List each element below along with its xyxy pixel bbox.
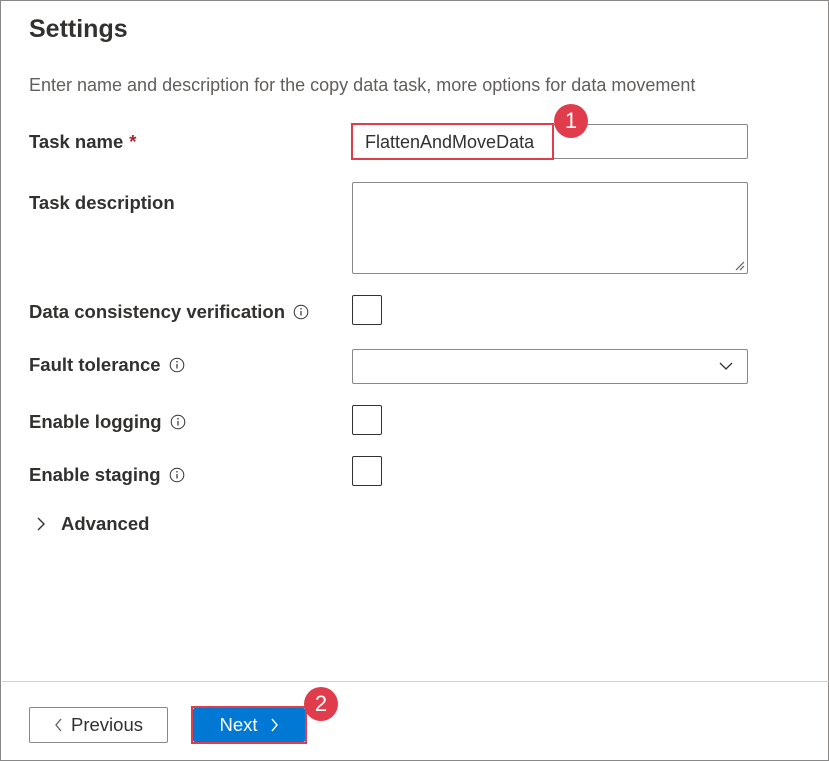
resize-grip-icon[interactable] [733,259,745,271]
task-description-textarea[interactable] [352,182,748,274]
annotation-badge-2: 2 [304,687,338,721]
task-description-label: Task description [29,192,175,214]
footer-divider [2,681,829,682]
task-name-label-text: Task name [29,131,124,152]
page-title: Settings [29,15,128,43]
previous-button[interactable]: Previous [29,707,168,743]
fault-tolerance-dropdown[interactable] [352,349,748,384]
fault-tolerance-label-text: Fault tolerance [29,354,161,375]
highlight-next-button [191,706,307,744]
chevron-left-icon [55,718,62,732]
data-consistency-label: Data consistency verification [29,301,309,323]
chevron-right-icon [37,517,45,531]
advanced-label: Advanced [61,513,150,534]
enable-logging-checkbox[interactable] [352,405,382,435]
info-icon[interactable] [169,357,185,373]
info-icon[interactable] [293,304,309,320]
data-consistency-checkbox[interactable] [352,295,382,325]
enable-staging-checkbox[interactable] [352,456,382,486]
task-name-label: Task name * [29,131,136,153]
annotation-badge-1: 1 [554,104,588,138]
fault-tolerance-label: Fault tolerance [29,354,185,376]
enable-staging-label: Enable staging [29,464,185,486]
enable-logging-label-text: Enable logging [29,411,162,432]
page-subtitle: Enter name and description for the copy … [29,75,696,95]
advanced-toggle[interactable]: Advanced [35,513,149,535]
data-consistency-label-text: Data consistency verification [29,301,286,322]
settings-panel: Settings Enter name and description for … [0,0,829,761]
task-description-label-text: Task description [29,192,175,213]
previous-button-label: Previous [71,714,143,735]
required-marker: * [129,131,137,152]
highlight-task-name [351,123,554,160]
info-icon[interactable] [170,414,186,430]
info-icon[interactable] [169,467,185,483]
chevron-down-icon [719,362,733,370]
enable-logging-label: Enable logging [29,411,186,433]
enable-staging-label-text: Enable staging [29,464,161,485]
